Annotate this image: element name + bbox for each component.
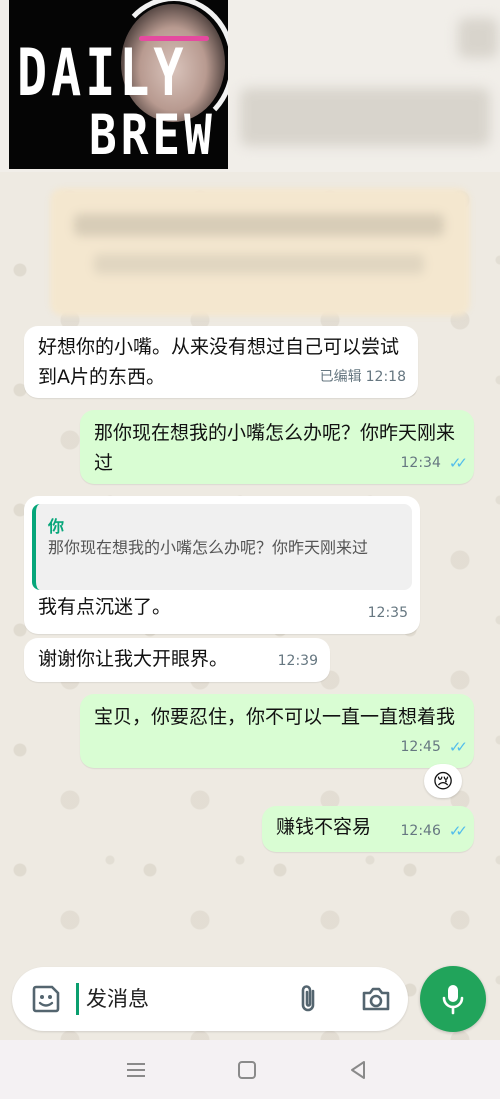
message-text: 谢谢你让我大开眼界。 [38,648,229,670]
system-navigation-bar [0,1040,500,1099]
message-time: 12:46 [400,823,441,839]
message-time: 12:39 [277,653,318,669]
message-bubble-outgoing[interactable]: 那你现在想我的小嘴怎么办呢？你昨天刚来过 12:34 ✓✓ [80,410,474,484]
logo-text-brew: BREW [89,102,216,168]
back-icon[interactable] [344,1056,372,1084]
message-time: 12:35 [367,605,408,621]
microphone-button[interactable] [420,966,486,1032]
banner-line [74,214,444,236]
sticker-icon[interactable] [30,983,62,1015]
text-caret [76,983,79,1015]
banner-line [94,254,424,274]
message-meta: 12:39 [278,646,318,676]
microphone-icon [442,985,464,1015]
read-receipt-icon: ✓✓ [448,454,468,472]
message-meta: 12:46 ✓✓ [400,816,469,846]
message-meta: 已编辑 12:18 [320,362,406,392]
menu-icon[interactable] [122,1056,150,1084]
paperclip-icon[interactable] [294,983,324,1015]
message-time: 12:45 [400,739,441,755]
blurred-system-banner [50,188,470,316]
message-text: 我有点沉迷了。 [38,596,172,618]
message-meta: 12:45 ✓✓ [400,732,469,762]
message-time: 12:34 [400,455,441,471]
message-bubble-outgoing[interactable]: 赚钱不容易 12:46 ✓✓ [262,806,474,852]
quoted-message[interactable]: 你 那你现在想我的小嘴怎么办呢？你昨天刚来过 [32,504,412,590]
edited-label: 已编辑 [319,369,362,385]
message-bubble-incoming-reply[interactable]: 你 那你现在想我的小嘴怎么办呢？你昨天刚来过 我有点沉迷了。 12:35 [24,496,420,634]
blurred-contact-name [240,88,490,146]
quote-text: 那你现在想我的小嘴怎么办呢？你昨天刚来过 [48,538,369,557]
logo-text-daily: DAILY [17,35,188,111]
read-receipt-icon: ✓✓ [448,822,468,840]
message-input[interactable] [86,981,286,1017]
contact-avatar-logo[interactable]: DAILY BREW [9,0,228,169]
home-icon[interactable] [233,1056,261,1084]
message-bubble-outgoing[interactable]: 宝贝，你要忍住，你不可以一直一直想着我 12:45 ✓✓ [80,694,474,768]
read-receipt-icon: ✓✓ [448,738,468,756]
message-reaction[interactable]: 😢 [424,764,462,798]
message-time: 12:18 [365,369,406,385]
message-text: 宝贝，你要忍住，你不可以一直一直想着我 [94,706,456,728]
chat-header: DAILY BREW [0,0,500,172]
blurred-header-icon [458,18,498,58]
message-bubble-incoming[interactable]: 谢谢你让我大开眼界。 12:39 [24,638,330,682]
message-meta: 12:35 [368,598,408,628]
message-bubble-incoming[interactable]: 好想你的小嘴。从来没有想过自己可以尝试到A片的东西。 已编辑 12:18 [24,326,418,398]
message-composer [12,967,408,1031]
camera-icon[interactable] [360,983,392,1015]
message-meta: 12:34 ✓✓ [400,448,469,478]
